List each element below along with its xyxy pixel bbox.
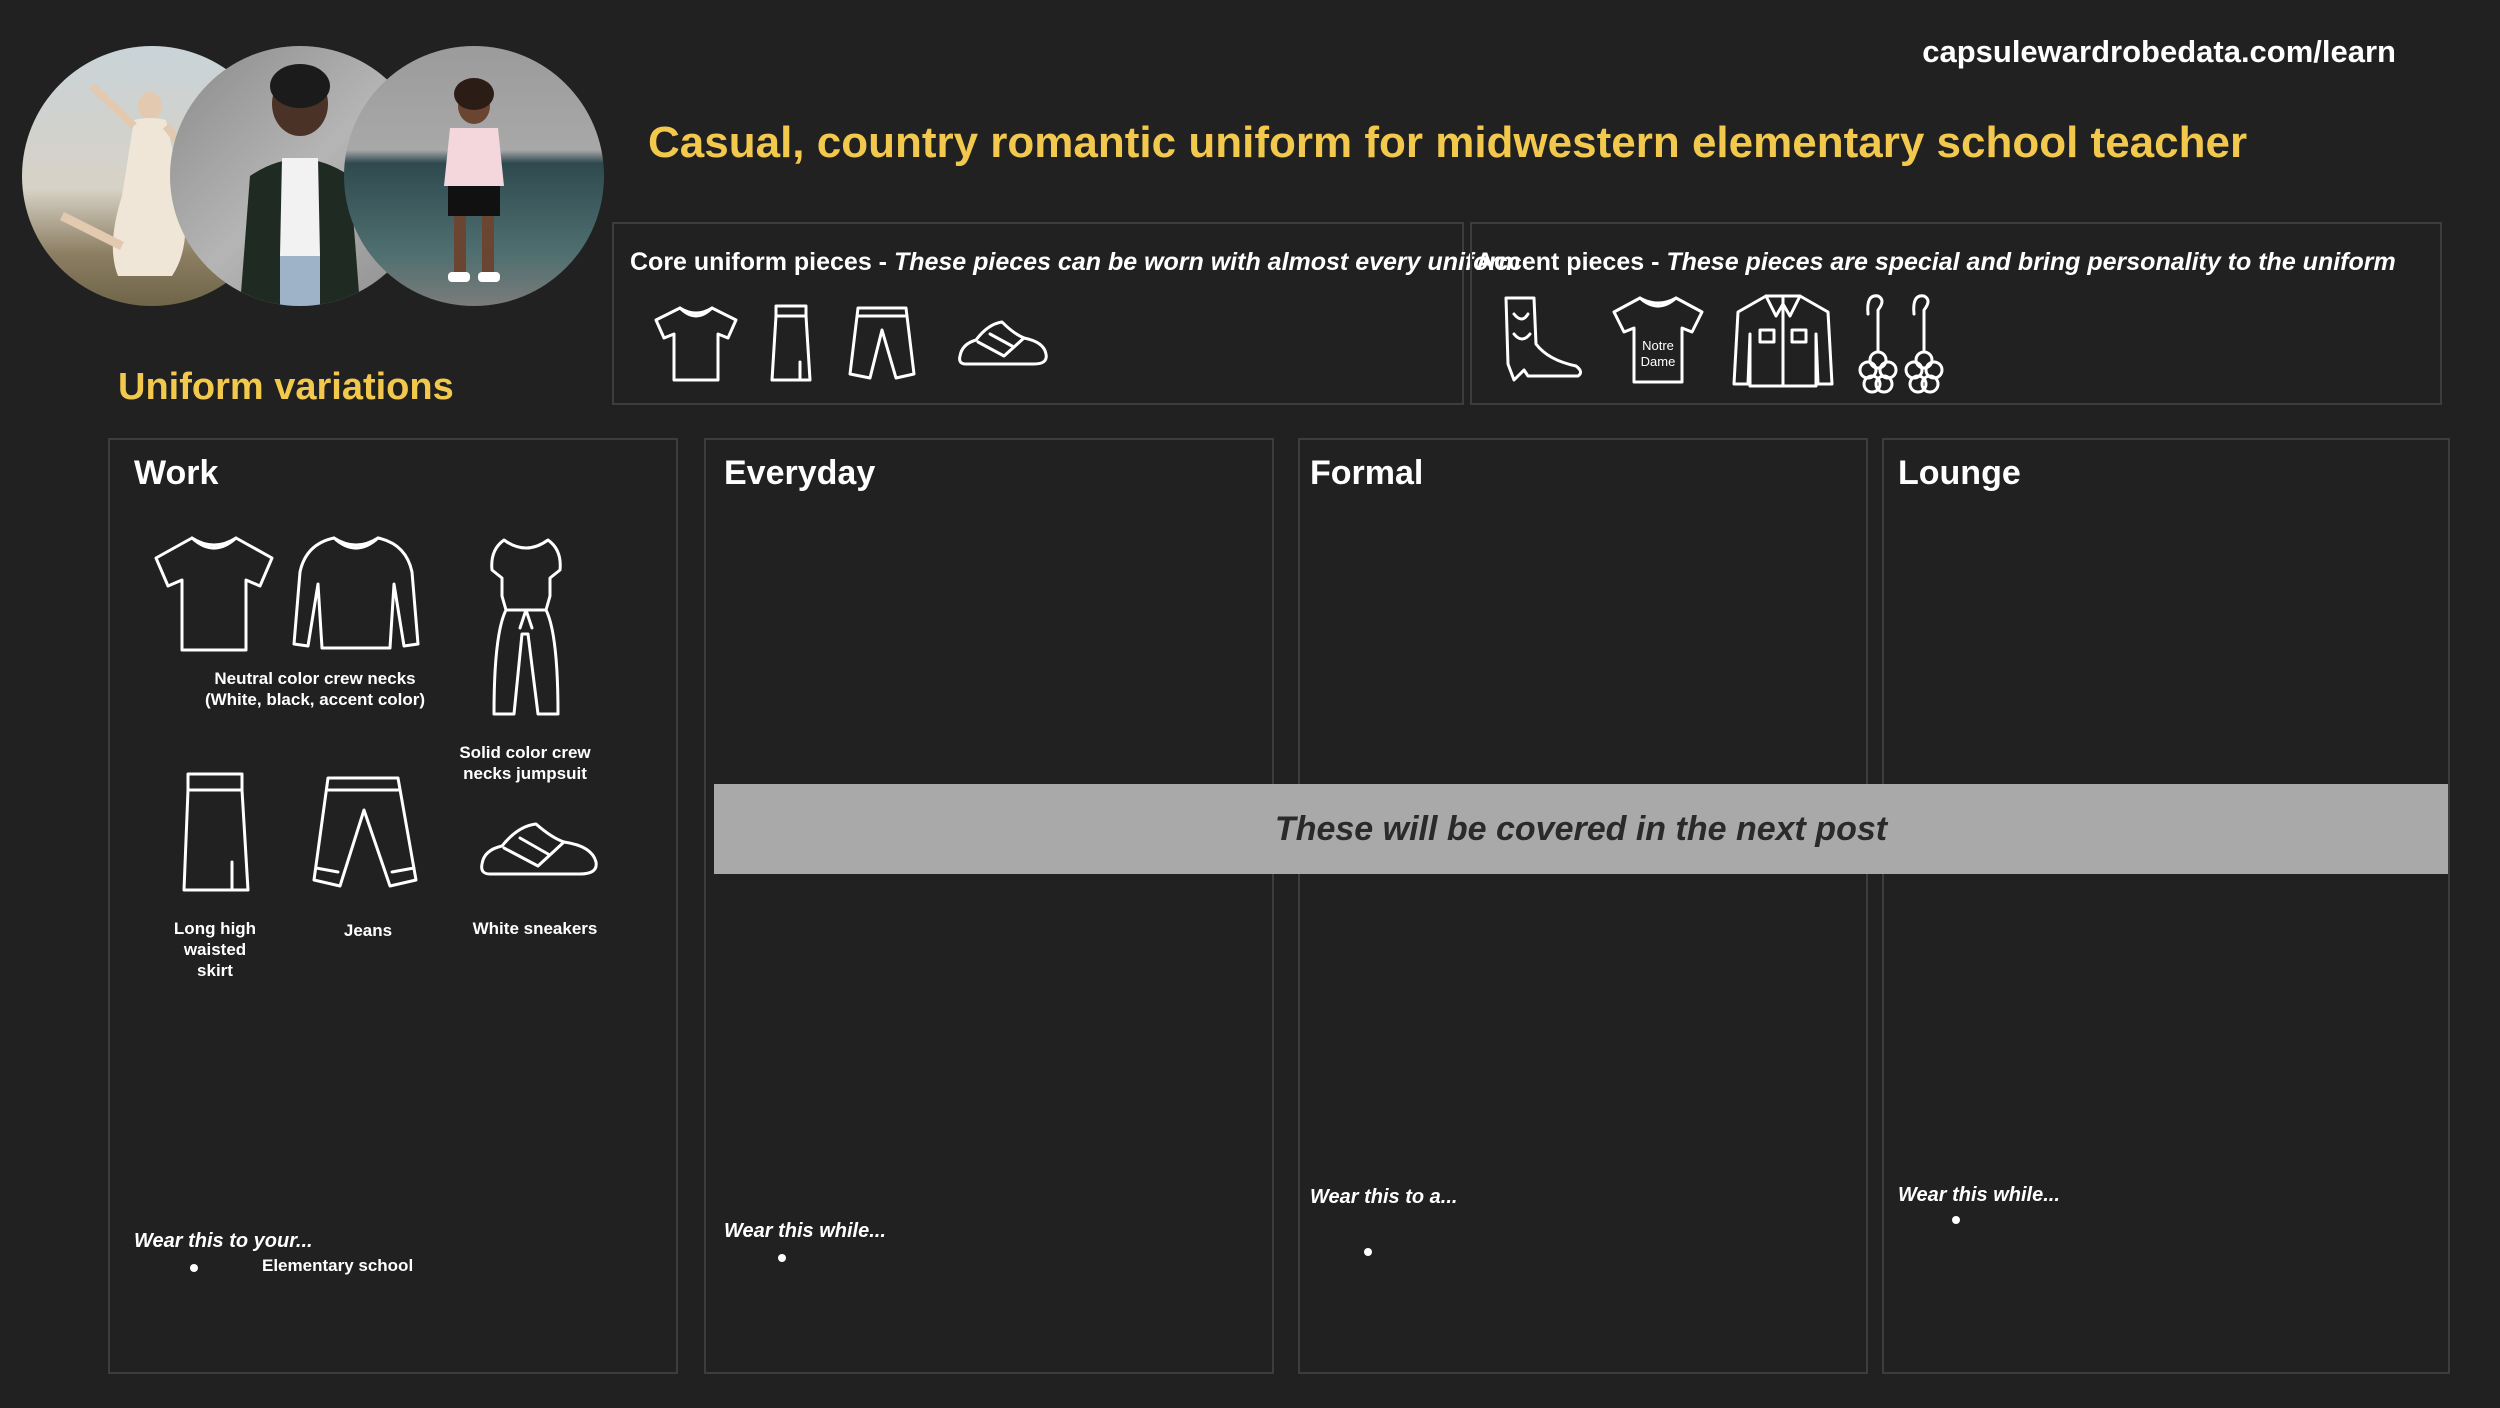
model-photo-3 — [344, 46, 604, 306]
accent-pieces-description: These pieces are special and bring perso… — [1666, 248, 2396, 276]
denim-jacket-icon — [1732, 294, 1834, 388]
sneaker-icon — [958, 320, 1048, 366]
lounge-bullet — [1952, 1216, 1960, 1224]
formal-title: Formal — [1310, 454, 1424, 492]
accent-pieces-panel: Accent pieces - These pieces are special… — [1470, 222, 2442, 405]
crew-neck-caption: Neutral color crew necks (White, black, … — [150, 668, 480, 710]
jumpsuit-caption-line-2: necks jumpsuit — [463, 764, 587, 783]
skirt-caption-line-1: Long high — [173, 919, 257, 938]
crew-neck-caption-line-1: Neutral color crew necks — [214, 669, 416, 688]
casual-outfit-figure — [444, 78, 504, 282]
everyday-wear-label: Wear this while... — [724, 1220, 886, 1242]
tee-text-line-2: Dame — [1641, 354, 1676, 369]
cowboy-boot-icon — [1504, 296, 1583, 382]
accent-pieces-heading: Accent pieces - These pieces are special… — [1476, 248, 2396, 277]
everyday-column: Everyday Wear this while... — [704, 438, 1274, 1374]
skirt-caption-line-2: waisted — [183, 940, 247, 959]
lounge-title: Lounge — [1898, 454, 2021, 492]
long-skirt-icon — [182, 772, 250, 892]
skirt-caption-line-3: skirt — [197, 961, 233, 980]
flower-earrings-icon — [1858, 294, 1944, 394]
formal-bullet — [1364, 1248, 1372, 1256]
formal-wear-label: Wear this to a... — [1310, 1186, 1458, 1208]
everyday-bullet — [778, 1254, 786, 1262]
crew-neck-caption-line-2: (White, black, accent color) — [204, 690, 426, 709]
everyday-title: Everyday — [724, 454, 876, 492]
accent-pieces-label: Accent pieces - — [1476, 248, 1667, 276]
page-title: Casual, country romantic uniform for mid… — [648, 118, 2248, 167]
lounge-column: Lounge Wear this while... — [1882, 438, 2450, 1374]
jeans-caption: Jeans — [343, 921, 393, 940]
uniform-variations-title: Uniform variations — [118, 366, 454, 408]
tshirt-icon — [654, 306, 738, 382]
skirt-caption: Long high waisted skirt — [150, 918, 280, 981]
core-pieces-label: Core uniform pieces - — [630, 248, 894, 276]
tee-text-line-1: Notre — [1642, 338, 1674, 353]
white-sneakers-icon — [480, 822, 598, 876]
skirt-icon — [770, 304, 812, 382]
work-jeans-icon — [312, 776, 418, 888]
work-title: Work — [134, 454, 219, 492]
core-pieces-description: These pieces can be worn with almost eve… — [893, 248, 1521, 276]
site-url: capsulewardrobedata.com/learn — [1922, 34, 2396, 69]
jumpsuit-caption: Solid color crew necks jumpsuit — [440, 742, 610, 784]
crew-neck-tshirt-icon — [154, 536, 274, 652]
lounge-wear-label: Wear this while... — [1898, 1184, 2060, 1206]
crew-neck-longsleeve-icon — [292, 536, 420, 650]
work-bullet — [190, 1264, 198, 1272]
next-post-banner-text: These will be covered in the next post — [1274, 809, 1888, 848]
jeans-icon — [848, 306, 916, 380]
work-wear-item: Elementary school — [262, 1256, 414, 1275]
core-pieces-heading: Core uniform pieces - These pieces can b… — [630, 248, 1521, 277]
work-column: Work Neutral color crew necks (White, bl… — [108, 438, 678, 1374]
graphic-tee-icon: Notre Dame — [1612, 296, 1704, 384]
jumpsuit-caption-line-1: Solid color crew — [459, 743, 591, 762]
sneakers-caption: White sneakers — [472, 919, 598, 938]
jumpsuit-icon — [490, 538, 562, 716]
formal-column: Formal Wear this to a... — [1298, 438, 1868, 1374]
next-post-banner: These will be covered in the next post — [714, 784, 2448, 874]
core-pieces-panel: Core uniform pieces - These pieces can b… — [612, 222, 1521, 405]
work-wear-label: Wear this to your... — [134, 1230, 313, 1252]
